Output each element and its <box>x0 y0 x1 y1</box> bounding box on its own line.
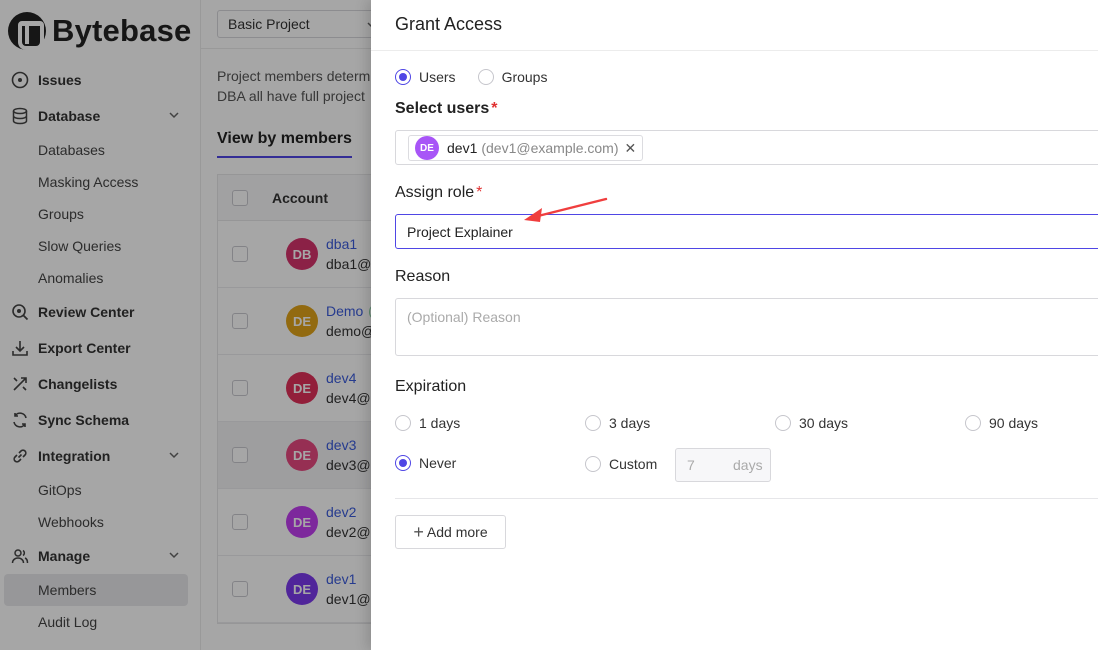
selected-user-chip: DE dev1 (dev1@example.com) ✕ <box>408 135 644 161</box>
plus-icon: + <box>413 522 424 542</box>
required-mark: * <box>491 100 498 117</box>
option-label[interactable]: 90 days <box>989 415 1038 431</box>
reason-label: Reason <box>395 268 451 285</box>
assign-role-label: Assign role * <box>395 184 482 202</box>
chip-user-email: (dev1@example.com) <box>481 140 619 156</box>
expiration-option-custom[interactable]: Custom <box>585 456 657 472</box>
role-value: Project Explainer <box>407 223 513 240</box>
expiration-option-90-days[interactable]: 90 days <box>965 415 1038 431</box>
option-label[interactable]: Never <box>419 455 456 471</box>
users-radio[interactable] <box>395 69 411 85</box>
radio[interactable] <box>395 415 411 431</box>
custom-days-input[interactable]: 7 days <box>675 448 771 482</box>
grant-mode-radio-group: Users Groups <box>395 69 569 85</box>
field-label-text: Select users <box>395 100 490 117</box>
radio[interactable] <box>585 415 601 431</box>
field-label-text: Assign role <box>395 184 475 201</box>
groups-radio-label[interactable]: Groups <box>502 69 548 85</box>
reason-placeholder: (Optional) Reason <box>407 309 521 325</box>
option-label[interactable]: 30 days <box>799 415 848 431</box>
option-label[interactable]: Custom <box>609 456 657 472</box>
drawer-header-divider <box>371 50 1098 51</box>
assign-role-select[interactable]: Project Explainer <box>395 214 1098 249</box>
groups-radio[interactable] <box>477 69 494 85</box>
radio[interactable] <box>585 456 601 472</box>
grant-access-drawer: Grant Access Users Groups Select users * … <box>371 0 1098 650</box>
expiration-label: Expiration <box>395 378 467 395</box>
option-label[interactable]: 1 days <box>419 415 460 431</box>
custom-days-value: 7 <box>687 457 695 473</box>
expiration-option-1-days[interactable]: 1 days <box>395 415 460 431</box>
chip-user-name: dev1 <box>447 140 478 156</box>
add-more-label: Add more <box>426 524 488 540</box>
add-more-button[interactable]: + Add more <box>395 515 506 549</box>
required-mark: * <box>476 184 483 201</box>
users-radio-label[interactable]: Users <box>419 69 456 85</box>
expiration-option-never[interactable]: Never <box>395 455 456 471</box>
select-users-input[interactable]: DE dev1 (dev1@example.com) ✕ <box>395 130 1098 165</box>
drawer-backdrop[interactable] <box>0 0 371 650</box>
avatar: DE <box>415 136 439 160</box>
reason-textarea[interactable]: (Optional) Reason <box>395 298 1098 356</box>
drawer-title: Grant Access <box>395 14 503 34</box>
expiration-option-30-days[interactable]: 30 days <box>775 415 848 431</box>
expiration-option-3-days[interactable]: 3 days <box>585 415 650 431</box>
close-icon[interactable]: ✕ <box>625 140 637 157</box>
radio[interactable] <box>395 455 411 471</box>
custom-days-suffix: days <box>733 457 763 473</box>
option-label[interactable]: 3 days <box>609 415 650 431</box>
radio[interactable] <box>965 415 981 431</box>
select-users-label: Select users * <box>395 100 498 118</box>
annotation-arrow-icon <box>524 197 608 222</box>
radio[interactable] <box>775 415 791 431</box>
section-divider <box>395 498 1098 499</box>
